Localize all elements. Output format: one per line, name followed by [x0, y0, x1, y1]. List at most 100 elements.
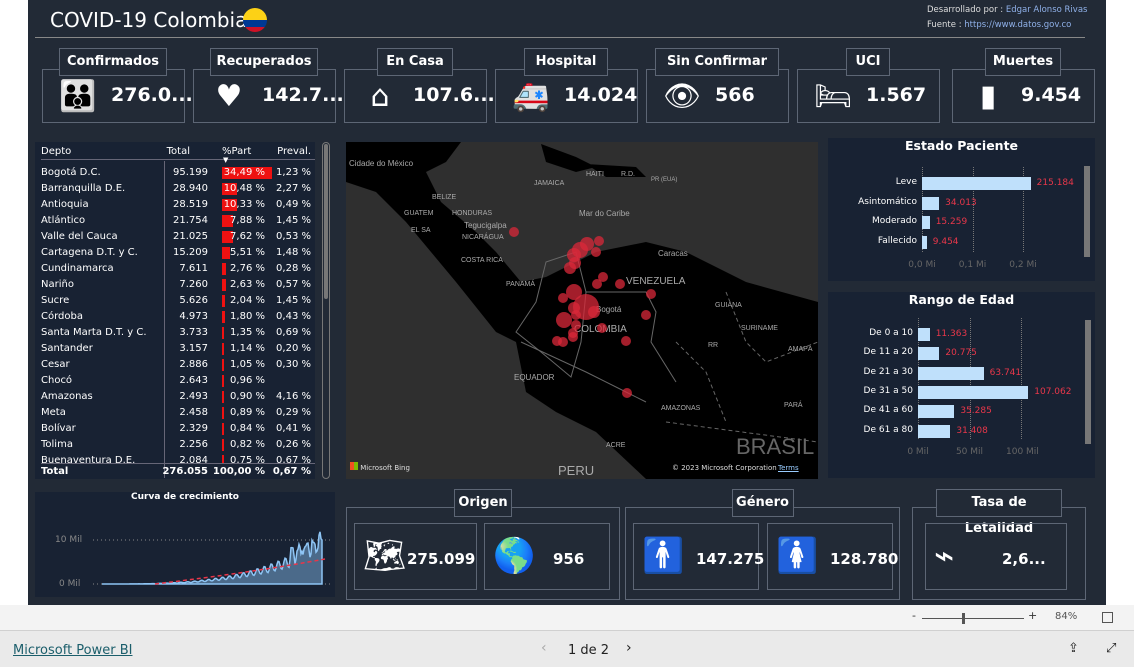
cell-preval: 0,53 % — [276, 231, 311, 242]
map-bubble[interactable] — [641, 310, 651, 320]
map-canvas[interactable]: Cidade do México JAMAICA HAITI R.D. PR (EUA)… — [346, 142, 818, 479]
bar[interactable] — [922, 177, 1031, 190]
zoom-in-button[interactable]: + — [1028, 609, 1037, 622]
estado-paciente-chart: Estado Paciente 0,0 Mi 0,1 Mi 0,2 Mi Leve 21… — [828, 138, 1095, 281]
table-row[interactable]: Valle del Cauca 21.025 7,62 % 0,53 % — [41, 229, 315, 245]
value-label: 107.062 — [1034, 387, 1071, 397]
chart-scrollbar[interactable] — [1084, 166, 1090, 257]
heart-pulse-icon: ♥ — [204, 78, 254, 116]
value-label: 20.775 — [945, 348, 977, 358]
cell-part: 2,04 % — [230, 295, 265, 306]
map-label: RR — [708, 342, 718, 349]
table-row[interactable]: Barranquilla D.E. 28.940 10,48 % 2,27 % — [41, 181, 315, 197]
map-bubble[interactable] — [571, 310, 581, 320]
powerbi-link[interactable]: Microsoft Power BI — [13, 643, 132, 658]
map-bubble[interactable] — [591, 247, 601, 257]
table-row[interactable]: Bolívar 2.329 0,84 % 0,41 % — [41, 421, 315, 437]
map-bubble[interactable] — [580, 237, 594, 251]
table-row[interactable]: Santander 3.157 1,14 % 0,20 % — [41, 341, 315, 357]
x-tick: 0 Mil — [903, 447, 933, 457]
kpi-card-0: 👪 276.0... — [42, 69, 185, 123]
map-bubble[interactable] — [597, 323, 607, 333]
chart-scrollbar[interactable] — [1085, 320, 1091, 444]
table-row[interactable]: Cundinamarca 7.611 2,76 % 0,28 % — [41, 261, 315, 277]
map-bubble[interactable] — [564, 262, 576, 274]
origen-item: 🗺 275.099 — [354, 523, 477, 590]
map-bubble[interactable] — [592, 279, 602, 289]
zoom-slider[interactable] — [922, 618, 1024, 619]
map-bubble[interactable] — [588, 306, 600, 318]
map-bubble[interactable] — [594, 236, 604, 246]
cell-depto: Tolima — [41, 439, 73, 450]
table-row[interactable]: Sucre 5.626 2,04 % 1,45 % — [41, 293, 315, 309]
col-preval[interactable]: Preval. — [277, 146, 311, 157]
table-row[interactable]: Cartagena D.T. y C. 15.209 5,51 % 1,48 % — [41, 245, 315, 261]
cell-preval: 0,43 % — [276, 311, 311, 322]
fit-page-icon[interactable] — [1102, 612, 1113, 623]
bar[interactable] — [922, 216, 930, 229]
total-preval: 0,67 % — [273, 466, 311, 477]
x-tick: 50 Mil — [955, 447, 985, 457]
map-label: SURINAME — [741, 325, 778, 332]
map-bubble[interactable] — [621, 336, 631, 346]
bar[interactable] — [922, 236, 927, 249]
bar[interactable] — [918, 405, 954, 418]
kpi-label: Hospital — [524, 48, 608, 76]
bar[interactable] — [918, 328, 930, 341]
table-row[interactable]: Amazonas 2.493 0,90 % 4,16 % — [41, 389, 315, 405]
bar[interactable] — [922, 197, 939, 210]
bar[interactable] — [918, 425, 950, 438]
map-bubble[interactable] — [615, 279, 625, 289]
table-row[interactable]: Cesar 2.886 1,05 % 0,30 % — [41, 357, 315, 373]
map[interactable]: Cidade do México JAMAICA HAITI R.D. PR (EUA)… — [346, 142, 818, 479]
people-growth-icon: 👪 — [53, 78, 103, 116]
map-terms-link[interactable]: Terms — [778, 464, 799, 472]
table-row[interactable]: Meta 2.458 0,89 % 0,29 % — [41, 405, 315, 421]
dev-name[interactable]: Edgar Alonso Rivas — [1006, 5, 1088, 15]
col-total[interactable]: Total — [167, 146, 190, 157]
map-bubble[interactable] — [509, 227, 519, 237]
table-row[interactable]: Antioquia 28.519 10,33 % 0,49 % — [41, 197, 315, 213]
map-bubble[interactable] — [566, 284, 582, 300]
share-icon[interactable]: ⇪ — [1068, 641, 1079, 656]
bar[interactable] — [918, 386, 1028, 399]
map-label: GUATEM — [404, 210, 434, 217]
map-label: BELIZE — [432, 194, 456, 201]
table-row[interactable]: Santa Marta D.T. y C. 3.733 1,35 % 0,69 … — [41, 325, 315, 341]
table-scrollbar[interactable] — [322, 142, 330, 479]
source-link[interactable]: https://www.datos.gov.co — [964, 20, 1071, 30]
next-page-icon[interactable]: › — [626, 640, 632, 656]
table-row[interactable]: Córdoba 4.973 1,80 % 0,43 % — [41, 309, 315, 325]
table-row[interactable]: Atlántico 21.754 7,88 % 1,45 % — [41, 213, 315, 229]
depto-table: Depto Total %Part Preval. ▼ Bogotá D.C. … — [35, 142, 315, 479]
growth-area[interactable] — [35, 492, 335, 597]
cell-total: 21.025 — [173, 231, 208, 242]
map-bubble[interactable] — [622, 388, 632, 398]
cell-depto: Santander — [41, 343, 93, 354]
map-bubble[interactable] — [568, 328, 578, 338]
cell-preval: 2,27 % — [276, 183, 311, 194]
table-row[interactable]: Nariño 7.260 2,63 % 0,57 % — [41, 277, 315, 293]
kpi-card-3: 🚑 14.024 — [495, 69, 638, 123]
fullscreen-icon[interactable]: ⤢ — [1106, 641, 1116, 656]
value-label: 11.363 — [936, 329, 968, 339]
bar[interactable] — [918, 347, 939, 360]
map-bubble[interactable] — [558, 337, 568, 347]
cell-total: 2.329 — [179, 423, 208, 434]
table-row[interactable]: Chocó 2.643 0,96 % — [41, 373, 315, 389]
col-depto[interactable]: Depto — [41, 146, 71, 157]
part-bar — [222, 407, 224, 419]
zoom-out-button[interactable]: - — [912, 609, 916, 622]
table-row[interactable]: Bogotá D.C. 95.199 34,49 % 1,23 % — [41, 165, 315, 181]
colombia-map-icon: 🗺 — [363, 534, 406, 578]
table-row[interactable]: Buenaventura D.E. 2.084 0,75 % 0,67 % — [41, 453, 315, 463]
map-bubble[interactable] — [558, 293, 568, 303]
cell-depto: Chocó — [41, 375, 72, 386]
table-row[interactable]: Tolima 2.256 0,82 % 0,26 % — [41, 437, 315, 453]
cell-preval: 0,41 % — [276, 423, 311, 434]
bar[interactable] — [918, 367, 984, 380]
prev-page-icon[interactable]: ‹ — [541, 640, 547, 656]
map-bubble[interactable] — [646, 289, 656, 299]
map-bubble[interactable] — [556, 312, 572, 328]
zoom-slider-handle[interactable] — [962, 613, 965, 624]
